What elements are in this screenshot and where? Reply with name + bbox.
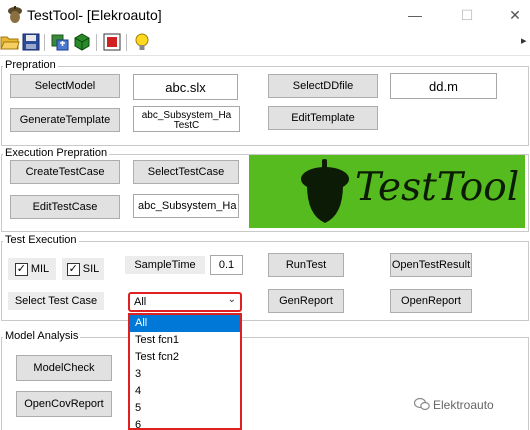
maximize-button[interactable]: ☐: [452, 4, 482, 26]
edit-template-button[interactable]: EditTemplate: [268, 106, 378, 130]
open-report-button[interactable]: OpenReport: [390, 289, 472, 313]
cube-icon[interactable]: [72, 32, 92, 52]
save-icon[interactable]: [21, 32, 41, 52]
toolbar-separator: [96, 34, 97, 51]
option-all[interactable]: All: [130, 315, 240, 332]
select-dd-file-button[interactable]: SelectDDfile: [268, 74, 378, 98]
testtool-logo: TestTool: [249, 155, 525, 228]
template-file-text-overflow: TestC: [173, 119, 200, 131]
mil-checkbox-container[interactable]: ✓ MIL: [8, 258, 56, 280]
option-3[interactable]: 3: [130, 366, 240, 383]
run-test-button[interactable]: RunTest: [268, 253, 344, 277]
watermark-text: Elektroauto: [433, 398, 494, 412]
sil-checkbox-container[interactable]: ✓ SIL: [62, 258, 104, 280]
stop-icon[interactable]: [102, 32, 122, 52]
sample-time-field[interactable]: 0.1: [210, 255, 243, 275]
execution-preparation-group-label: Execution Prepration: [3, 147, 110, 159]
model-analysis-group-label: Model Analysis: [3, 330, 81, 342]
test-case-options-list[interactable]: All Test fcn1 Test fcn2 3 4 5 6: [128, 313, 242, 430]
option-5[interactable]: 5: [130, 400, 240, 417]
lightbulb-icon[interactable]: [132, 32, 152, 52]
test-execution-group-label: Test Execution: [3, 234, 79, 246]
sample-time-label: SampleTime: [125, 256, 205, 274]
option-test-fcn2[interactable]: Test fcn2: [130, 349, 240, 366]
dd-file-field[interactable]: dd.m: [390, 73, 497, 99]
option-test-fcn1[interactable]: Test fcn1: [130, 332, 240, 349]
test-case-select[interactable]: All ⌄: [128, 292, 242, 312]
toolbar-separator: [44, 34, 45, 51]
chevron-down-icon[interactable]: ⌄: [228, 294, 236, 305]
mil-label: MIL: [30, 263, 50, 275]
toolbar: ▸: [0, 30, 530, 56]
option-4[interactable]: 4: [130, 383, 240, 400]
minimize-button[interactable]: —: [400, 4, 430, 26]
open-test-result-button[interactable]: OpenTestResult: [390, 253, 472, 277]
model-file-field[interactable]: abc.slx: [133, 74, 238, 100]
close-button[interactable]: ✕: [500, 4, 530, 26]
preparation-group-label: Prepration: [3, 59, 58, 71]
sil-label: SIL: [82, 263, 100, 275]
window-title: TestTool- [Elekroauto]: [27, 7, 162, 23]
template-file-field[interactable]: abc_Subsystem_Ha TestC: [133, 106, 240, 132]
toolbar-overflow-icon[interactable]: ▸: [521, 34, 527, 47]
open-cov-report-button[interactable]: OpenCovReport: [16, 391, 112, 417]
edit-test-case-button[interactable]: EditTestCase: [10, 195, 120, 219]
title-bar: TestTool- [Elekroauto] — ☐ ✕: [0, 0, 530, 30]
select-model-button[interactable]: SelectModel: [10, 74, 120, 98]
toolbar-separator: [126, 34, 127, 51]
model-check-button[interactable]: ModelCheck: [16, 355, 112, 381]
create-test-case-button[interactable]: CreateTestCase: [10, 160, 120, 184]
option-6[interactable]: 6: [130, 417, 240, 428]
sil-checkbox[interactable]: ✓: [66, 262, 80, 276]
select-test-case-label: Select Test Case: [8, 292, 104, 310]
generate-template-button[interactable]: GenerateTemplate: [10, 108, 120, 132]
test-case-select-value: All: [134, 296, 147, 308]
watermark: Elektroauto: [413, 397, 494, 412]
gen-report-button[interactable]: GenReport: [268, 289, 344, 313]
wechat-icon: [413, 397, 430, 411]
open-folder-icon[interactable]: [0, 32, 20, 52]
acorn-logo-icon: [301, 159, 349, 223]
select-test-case-button[interactable]: SelectTestCase: [133, 160, 239, 184]
mil-checkbox[interactable]: ✓: [14, 262, 28, 276]
import-icon[interactable]: [50, 32, 70, 52]
test-case-file-field[interactable]: abc_Subsystem_Ha: [133, 194, 239, 218]
logo-text: TestTool: [355, 165, 520, 210]
acorn-app-icon: [8, 6, 22, 23]
